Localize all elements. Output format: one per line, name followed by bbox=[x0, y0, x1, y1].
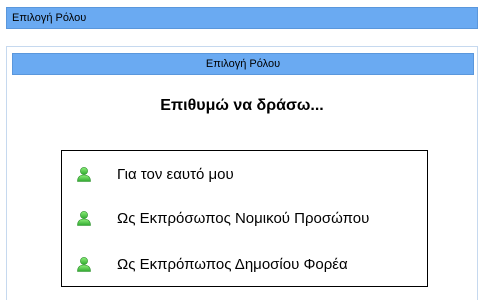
user-icon bbox=[76, 166, 92, 182]
role-list: Για τον εαυτό μου Ως Εκπρόσωπος Νομικού … bbox=[61, 150, 428, 287]
window-title: Επιλογή Ρόλου bbox=[12, 12, 87, 24]
role-prompt: Επιθυμώ να δράσω... bbox=[160, 97, 324, 114]
panel-header-title: Επιλογή Ρόλου bbox=[205, 58, 281, 70]
role-option-label: Για τον εαυτό μου bbox=[117, 165, 234, 183]
panel-header: Επιλογή Ρόλου bbox=[12, 53, 474, 75]
role-selection-panel: Επιλογή Ρόλου Επιθυμώ να δράσω... Για το… bbox=[6, 46, 478, 300]
role-option-label: Ως Εκπρόσωπος Νομικού Προσώπου bbox=[117, 209, 370, 227]
user-icon bbox=[76, 210, 92, 226]
window-title-bar: Επιλογή Ρόλου bbox=[6, 7, 478, 29]
role-option-legal-entity[interactable]: Ως Εκπρόσωπος Νομικού Προσώπου bbox=[76, 208, 369, 228]
role-option-self[interactable]: Για τον εαυτό μου bbox=[76, 164, 234, 184]
user-icon bbox=[76, 256, 92, 272]
role-option-public-body[interactable]: Ως Εκπρόπωπος Δημοσίου Φορέα bbox=[76, 254, 348, 274]
role-option-label: Ως Εκπρόπωπος Δημοσίου Φορέα bbox=[117, 255, 348, 273]
